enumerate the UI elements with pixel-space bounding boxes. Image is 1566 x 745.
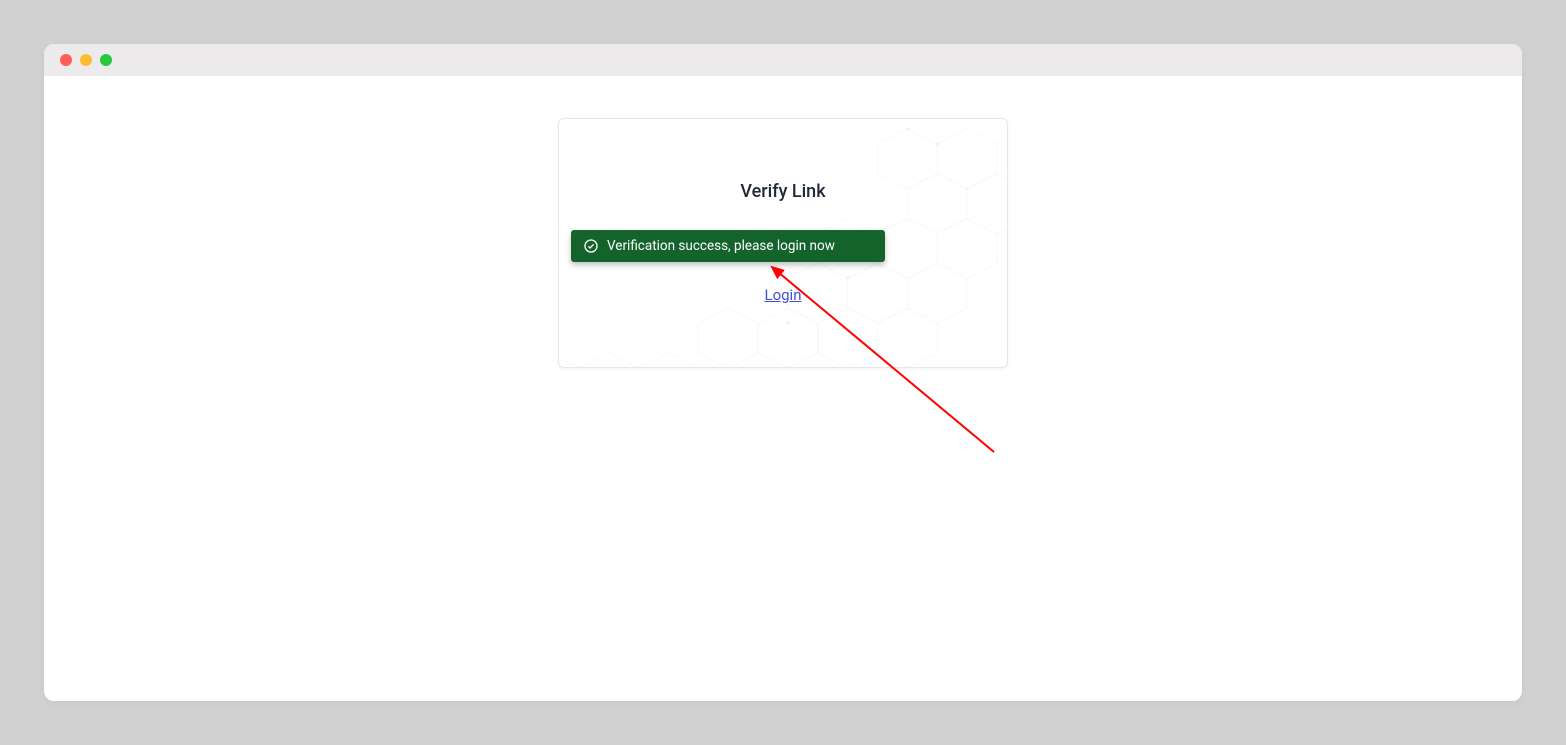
maximize-window-button[interactable] bbox=[100, 54, 112, 66]
app-window: Verify Link Verification success, please… bbox=[44, 44, 1522, 701]
close-window-button[interactable] bbox=[60, 54, 72, 66]
login-link[interactable]: Login bbox=[765, 286, 802, 304]
check-circle-icon bbox=[583, 238, 599, 254]
success-alert: Verification success, please login now bbox=[571, 230, 885, 262]
content-area: Verify Link Verification success, please… bbox=[44, 76, 1522, 701]
alert-row: Verification success, please login now bbox=[623, 230, 943, 286]
alert-message: Verification success, please login now bbox=[607, 238, 835, 254]
card-title: Verify Link bbox=[740, 181, 825, 202]
card-content: Verify Link Verification success, please… bbox=[623, 181, 943, 304]
verify-card: Verify Link Verification success, please… bbox=[558, 118, 1008, 368]
titlebar bbox=[44, 44, 1522, 76]
minimize-window-button[interactable] bbox=[80, 54, 92, 66]
